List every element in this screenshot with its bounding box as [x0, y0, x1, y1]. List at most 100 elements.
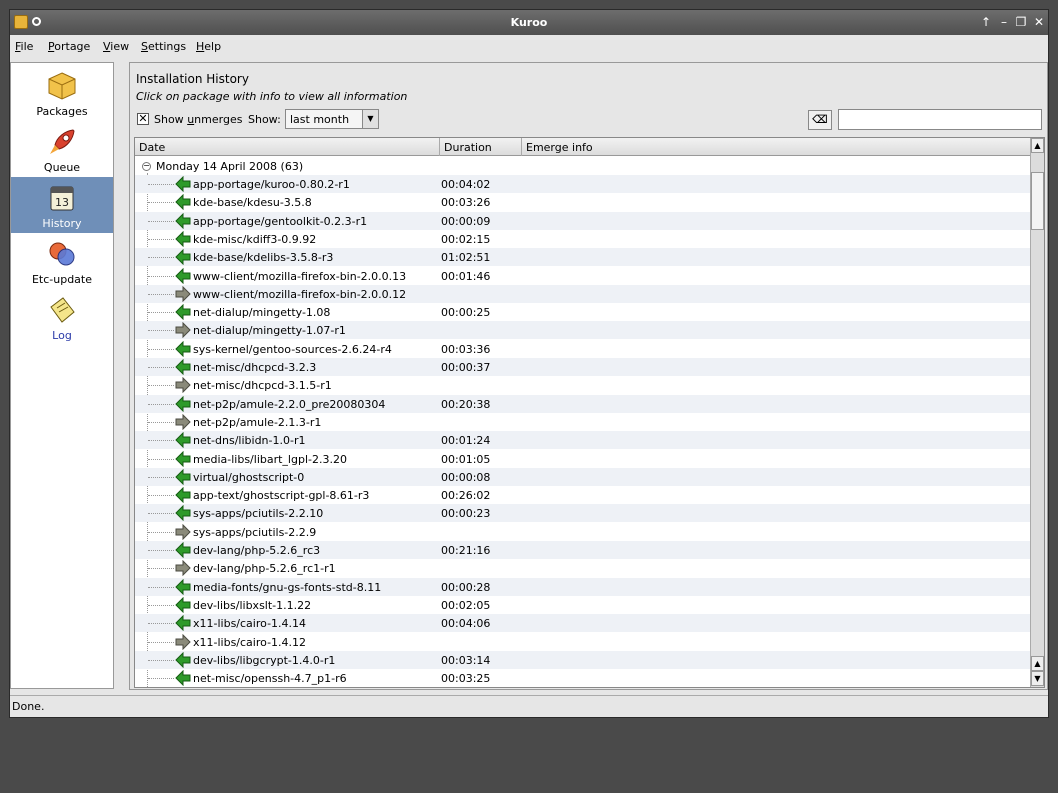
sidebar-item-log[interactable]: Log: [11, 289, 113, 345]
table-row[interactable]: dev-lang/php-5.2.6_rc1-r1: [135, 559, 1030, 577]
duration-value: 00:04:06: [441, 617, 491, 630]
scroll-up-icon[interactable]: ▲: [1031, 138, 1044, 153]
unmerge-arrow-icon: [175, 322, 191, 338]
duration-value: 00:01:46: [441, 270, 491, 283]
date-group-row[interactable]: − Monday 14 April 2008 (63): [135, 157, 1030, 175]
sidebar-item-label: Etc-update: [31, 273, 93, 286]
title-bar[interactable]: Kuroo ↑ – ❐ ✕: [10, 10, 1048, 35]
menu-view[interactable]: View: [103, 40, 129, 53]
menu-file[interactable]: File: [15, 40, 33, 53]
merge-arrow-icon: [175, 615, 191, 631]
tree-branch: [148, 257, 174, 258]
tree-branch: [148, 422, 174, 423]
table-row[interactable]: media-libs/libart_lgpl-2.3.20 00:01:05: [135, 450, 1030, 468]
tree-branch: [148, 367, 174, 368]
date-group-label: Monday 14 April 2008 (63): [156, 160, 304, 173]
tree-branch: [148, 660, 174, 661]
merge-arrow-icon: [175, 469, 191, 485]
filter-input[interactable]: [838, 109, 1042, 130]
merge-arrow-icon: [175, 341, 191, 357]
package-name: kde-base/kdesu-3.5.8: [193, 196, 312, 209]
menu-bar: File Portage View Settings Help: [10, 35, 1048, 57]
table-row[interactable]: www-client/mozilla-firefox-bin-2.0.0.12: [135, 285, 1030, 303]
package-name: dev-libs/libgcrypt-1.4.0-r1: [193, 654, 336, 667]
merge-arrow-icon: [175, 194, 191, 210]
tree-branch: [148, 385, 174, 386]
table-row[interactable]: kde-base/kdesu-3.5.8 00:03:26: [135, 193, 1030, 211]
menu-portage[interactable]: Portage: [48, 40, 90, 53]
window-title: Kuroo: [510, 16, 548, 29]
tree-branch: [148, 221, 174, 222]
table-row[interactable]: net-misc/dhcpcd-3.1.5-r1: [135, 376, 1030, 394]
tree-branch: [148, 239, 174, 240]
table-row[interactable]: x11-libs/cairo-1.4.14 00:04:06: [135, 614, 1030, 632]
table-row[interactable]: virtual/ghostscript-0 00:00:08: [135, 468, 1030, 486]
scroll-up-bottom-icon[interactable]: ▲: [1031, 656, 1044, 671]
menu-settings[interactable]: Settings: [141, 40, 186, 53]
clear-filter-button[interactable]: ⌫: [808, 110, 832, 130]
column-header-emerge-info[interactable]: Emerge info: [522, 138, 1030, 156]
scroll-down-icon[interactable]: ▼: [1031, 671, 1044, 686]
minimize-icon[interactable]: –: [996, 14, 1012, 30]
table-row[interactable]: media-fonts/gnu-gs-fonts-std-8.11 00:00:2…: [135, 578, 1030, 596]
table-row[interactable]: kde-base/kdelibs-3.5.8-r3 01:02:51: [135, 248, 1030, 266]
table-row[interactable]: sys-apps/pciutils-2.2.9: [135, 523, 1030, 541]
table-row[interactable]: net-dialup/mingetty-1.08 00:00:25: [135, 303, 1030, 321]
column-header-date[interactable]: Date: [135, 138, 440, 156]
column-header-duration[interactable]: Duration: [440, 138, 522, 156]
history-list[interactable]: Date Duration Emerge info − Monday 14 Ap…: [134, 137, 1045, 688]
table-row[interactable]: dev-lang/php-5.2.6_rc3 00:21:16: [135, 541, 1030, 559]
sidebar-item-queue[interactable]: Queue: [11, 121, 113, 177]
table-row[interactable]: net-misc/openssh-4.7_p1-r6 00:03:25: [135, 669, 1030, 687]
package-name: net-p2p/amule-2.1.3-r1: [193, 416, 322, 429]
show-unmerges-label[interactable]: Show unmerges: [154, 113, 242, 126]
table-row[interactable]: net-p2p/amule-2.2.0_pre20080304 00:20:38: [135, 395, 1030, 413]
duration-value: 00:21:16: [441, 544, 491, 557]
tree-branch: [148, 294, 174, 295]
calendar-icon: 13: [50, 186, 74, 211]
show-period-select[interactable]: last month ▼: [285, 109, 379, 129]
table-row[interactable]: sys-apps/pciutils-2.2.10 00:00:23: [135, 504, 1030, 522]
merge-arrow-icon: [175, 359, 191, 375]
table-row[interactable]: kde-misc/kdiff3-0.9.92 00:02:15: [135, 230, 1030, 248]
table-row[interactable]: sys-kernel/gentoo-sources-2.6.24-r4 00:03…: [135, 340, 1030, 358]
close-icon[interactable]: ✕: [1031, 14, 1047, 30]
table-row[interactable]: dev-libs/libgcrypt-1.4.0-r1 00:03:14: [135, 651, 1030, 669]
show-period-value: last month: [290, 113, 350, 126]
table-row[interactable]: app-portage/gentoolkit-0.2.3-r1 00:00:09: [135, 212, 1030, 230]
unmerge-arrow-icon: [175, 414, 191, 430]
keep-above-icon[interactable]: ↑: [978, 14, 994, 30]
unmerge-arrow-icon: [175, 286, 191, 302]
tree-branch: [148, 312, 174, 313]
show-unmerges-checkbox[interactable]: ✕: [137, 113, 149, 125]
package-name: media-libs/libart_lgpl-2.3.20: [193, 453, 347, 466]
table-row[interactable]: net-dialup/mingetty-1.07-r1: [135, 321, 1030, 339]
collapse-icon[interactable]: −: [142, 162, 151, 171]
sidebar-item-etc-update[interactable]: Etc-update: [11, 233, 113, 289]
maximize-icon[interactable]: ❐: [1013, 14, 1029, 30]
table-row[interactable]: app-portage/kuroo-0.80.2-r1 00:04:02: [135, 175, 1030, 193]
unmerge-arrow-icon: [175, 560, 191, 576]
package-name: net-dialup/mingetty-1.07-r1: [193, 324, 346, 337]
sidebar-item-packages[interactable]: Packages: [11, 65, 113, 121]
scroll-thumb[interactable]: [1031, 172, 1044, 230]
duration-value: 00:00:37: [441, 361, 491, 374]
table-row[interactable]: app-text/ghostscript-gpl-8.61-r3 00:26:02: [135, 486, 1030, 504]
table-row[interactable]: x11-libs/cairo-1.4.12: [135, 633, 1030, 651]
duration-value: 01:02:51: [441, 251, 491, 264]
vertical-scrollbar[interactable]: ▲ ▲ ▼: [1030, 138, 1044, 687]
table-row[interactable]: net-p2p/amule-2.1.3-r1: [135, 413, 1030, 431]
duration-value: 00:03:14: [441, 654, 491, 667]
table-row[interactable]: net-dns/libidn-1.0-r1 00:01:24: [135, 431, 1030, 449]
sidebar-item-history[interactable]: 13 History: [11, 177, 113, 233]
table-row[interactable]: www-client/mozilla-firefox-bin-2.0.0.13 0…: [135, 267, 1030, 285]
table-row[interactable]: dev-libs/libxslt-1.1.22 00:02:05: [135, 596, 1030, 614]
log-icon: [50, 297, 75, 323]
table-row[interactable]: net-misc/dhcpcd-3.2.3 00:00:37: [135, 358, 1030, 376]
merge-icon: [49, 242, 75, 266]
chevron-down-icon[interactable]: ▼: [362, 110, 378, 128]
package-name: net-misc/openssh-4.7_p1-r6: [193, 672, 347, 685]
package-name: net-misc/dhcpcd-3.2.3: [193, 361, 317, 374]
package-name: www-client/mozilla-firefox-bin-2.0.0.13: [193, 270, 407, 283]
menu-help[interactable]: Help: [196, 40, 221, 53]
